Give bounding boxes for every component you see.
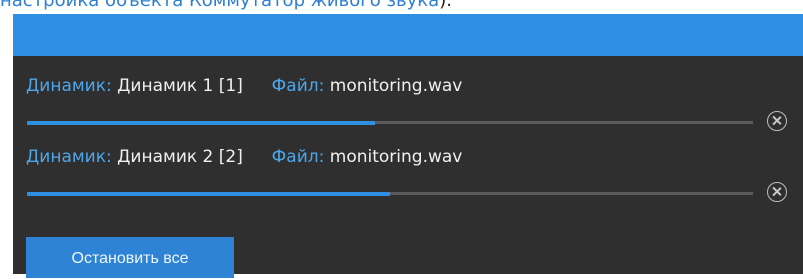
progress-fill xyxy=(27,192,390,196)
playback-row: Динамик: Динамик 2 [2] Файл: monitoring.… xyxy=(13,145,803,220)
file-value: monitoring.wav xyxy=(329,76,463,96)
speaker-label: Динамик: xyxy=(26,147,112,167)
speaker-label: Динамик: xyxy=(26,76,112,96)
file-label: Файл: xyxy=(271,147,325,167)
panel-body: Динамик: Динамик 1 [1] Файл: monitoring.… xyxy=(13,56,803,278)
row-info: Динамик: Динамик 2 [2] Файл: monitoring.… xyxy=(26,145,462,169)
panel-header xyxy=(13,14,803,56)
file-label: Файл: xyxy=(271,76,325,96)
close-icon[interactable] xyxy=(767,182,787,202)
stop-all-button[interactable]: Остановить все xyxy=(26,237,234,278)
progress-track xyxy=(27,121,753,125)
speaker-value: Динамик 2 [2] xyxy=(117,147,243,167)
file-value: monitoring.wav xyxy=(329,147,463,167)
progress-track xyxy=(27,192,753,196)
speaker-value: Динамик 1 [1] xyxy=(117,76,243,96)
playback-row: Динамик: Динамик 1 [1] Файл: monitoring.… xyxy=(13,74,803,149)
doc-link[interactable]: настройка объекта Коммутатор живого звук… xyxy=(0,0,439,11)
close-icon[interactable] xyxy=(767,111,787,131)
live-audio-playback-panel: Динамик: Динамик 1 [1] Файл: monitoring.… xyxy=(13,14,803,278)
doc-text-line: настройка объекта Коммутатор живого звук… xyxy=(0,0,452,11)
doc-text-tail: ). xyxy=(439,0,452,11)
progress-fill xyxy=(27,121,376,125)
row-info: Динамик: Динамик 1 [1] Файл: monitoring.… xyxy=(26,74,462,98)
